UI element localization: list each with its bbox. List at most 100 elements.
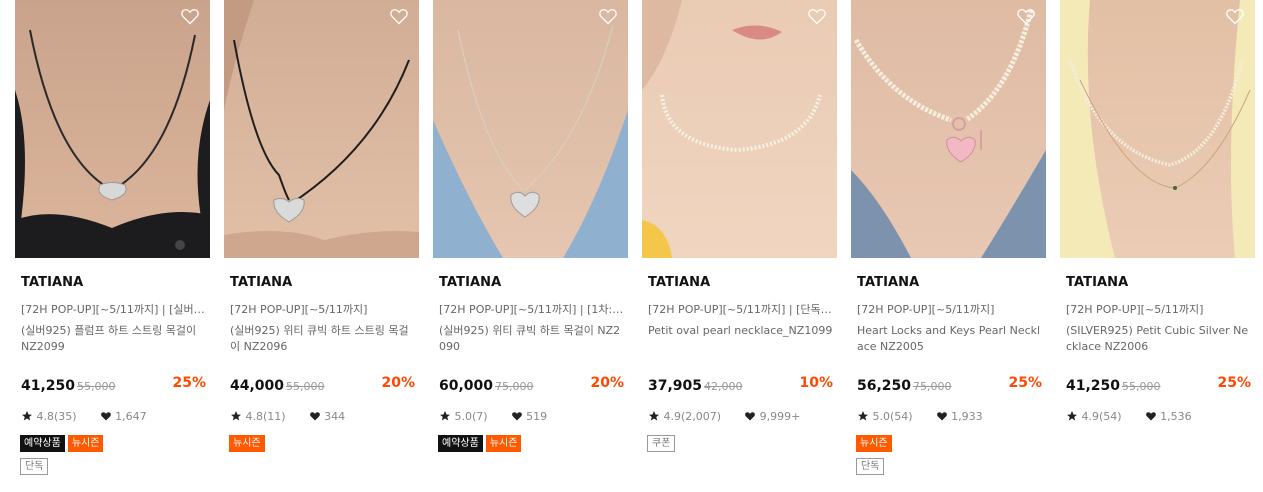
heart-outline-icon[interactable] [598,6,618,26]
product-name[interactable]: (실버925) 위티 큐빅 하트 스트링 목걸이 NZ2096 [230,323,415,355]
sale-price: 41,250 [1066,378,1121,394]
promo-text[interactable]: [72H POP-UP][~5/11까지] [230,301,415,317]
star-icon [440,411,450,421]
discount-rate: 25% [172,375,206,391]
rating-row: 4.9(54) 1,536 [1066,410,1192,424]
price-row: 41,250 55,000 25% [1066,375,1251,394]
discount-rate: 20% [590,375,624,391]
product-card[interactable]: TATIANA [72H POP-UP][~5/11까지] | [단독 공개] … [642,0,837,452]
product-card[interactable]: TATIANA [72H POP-UP][~5/11까지] | [1차: 05/… [433,0,628,452]
star-icon [649,411,659,421]
product-photo [851,0,1046,258]
brand-name[interactable]: TATIANA [21,275,83,290]
product-name[interactable]: (실버925) 플럼프 하트 스트링 목걸이 NZ2099 [21,323,206,355]
sale-price: 41,250 [21,378,76,394]
product-name[interactable]: (SILVER925) Petit Cubic Silver Necklace … [1066,323,1251,355]
heart-outline-icon[interactable] [807,6,827,26]
like-count: 1,933 [951,410,983,423]
heart-outline-icon[interactable] [389,6,409,26]
brand-name[interactable]: TATIANA [439,275,501,290]
product-image[interactable] [433,0,628,258]
heart-outline-icon[interactable] [1016,6,1036,26]
price-row: 60,000 75,000 20% [439,375,624,394]
rating-row: 5.0(7) 519 [439,410,547,424]
original-price: 75,000 [913,380,952,393]
like-count: 9,999+ [759,410,801,423]
heart-filled-icon [745,412,755,421]
original-price: 55,000 [1122,380,1161,393]
product-card[interactable]: TATIANA [72H POP-UP][~5/11까지] Heart Lock… [851,0,1046,475]
star-icon [1067,411,1077,421]
star-icon [22,411,32,421]
star-icon [858,411,868,421]
price-row: 37,905 42,000 10% [648,375,833,394]
product-name[interactable]: Heart Locks and Keys Pearl Necklace NZ20… [857,323,1042,355]
rating-value: 4.9(54) [1081,410,1122,423]
brand-name[interactable]: TATIANA [1066,275,1128,290]
heart-outline-icon[interactable] [180,6,200,26]
brand-name[interactable]: TATIANA [230,275,292,290]
product-photo [224,0,419,258]
promo-text[interactable]: [72H POP-UP][~5/11까지] [1066,301,1251,317]
new-season-badge: 뉴시즌 [229,435,265,452]
promo-text[interactable]: [72H POP-UP][~5/11까지] | [실버 단독] [21,301,206,317]
rating-value: 4.9(2,007) [663,410,722,423]
discount-rate: 20% [381,375,415,391]
rating-value: 5.0(7) [454,410,488,423]
price-row: 44,000 55,000 20% [230,375,415,394]
product-photo [433,0,628,258]
badge-list: 뉴시즌 단독 [856,435,1046,481]
promo-text[interactable]: [72H POP-UP][~5/11까지] | [단독 공개] [648,301,833,317]
sale-price: 60,000 [439,378,494,394]
heart-filled-icon [511,412,522,421]
product-name[interactable]: (실버925) 위티 큐빅 하트 목걸이 NZ2090 [439,323,624,355]
product-image[interactable] [224,0,419,258]
rating-row: 5.0(54) 1,933 [857,410,983,424]
promo-text[interactable]: [72H POP-UP][~5/11까지] [857,301,1042,317]
reservation-badge: 예약상품 [20,435,65,452]
like-count: 1,647 [115,410,147,423]
exclusive-badge: 단독 [856,458,885,475]
badge-list: 뉴시즌 [229,435,419,458]
heart-outline-icon[interactable] [1225,6,1245,26]
product-image[interactable] [851,0,1046,258]
product-image[interactable] [642,0,837,258]
brand-name[interactable]: TATIANA [857,275,919,290]
heart-filled-icon [1145,412,1156,421]
promo-text[interactable]: [72H POP-UP][~5/11까지] | [1차: 05/14 출고] [439,301,624,317]
product-photo [642,0,837,258]
coupon-badge: 쿠폰 [647,435,676,452]
brand-name[interactable]: TATIANA [648,275,710,290]
heart-filled-icon [309,412,320,421]
new-season-badge: 뉴시즌 [856,435,892,452]
sale-price: 37,905 [648,378,703,394]
new-season-badge: 뉴시즌 [485,435,522,452]
rating-value: 4.8(11) [245,410,286,423]
discount-rate: 25% [1008,375,1042,391]
rating-row: 4.8(35) 1,647 [21,410,147,424]
discount-rate: 25% [1217,375,1251,391]
rating-row: 4.8(11) 344 [230,410,345,424]
product-card[interactable]: TATIANA [72H POP-UP][~5/11까지] (실버925) 위티… [224,0,419,452]
original-price: 42,000 [704,380,743,393]
product-name[interactable]: Petit oval pearl necklace_NZ1099 [648,323,833,339]
product-card[interactable]: TATIANA [72H POP-UP][~5/11까지] (SILVER925… [1060,0,1255,423]
exclusive-badge: 단독 [20,458,49,475]
original-price: 75,000 [495,380,534,393]
reservation-badge: 예약상품 [438,435,483,452]
badge-list: 쿠폰 [647,435,837,458]
product-image[interactable] [15,0,210,258]
product-card[interactable]: TATIANA [72H POP-UP][~5/11까지] | [실버 단독] … [15,0,210,475]
rating-value: 5.0(54) [872,410,913,423]
product-photo [1060,0,1255,258]
product-image[interactable] [1060,0,1255,258]
like-count: 1,536 [1160,410,1192,423]
badge-list: 예약상품 뉴시즌 단독 [20,435,210,481]
product-photo [15,0,210,258]
badge-list: 예약상품 뉴시즌 [438,435,628,458]
sale-price: 56,250 [857,378,912,394]
heart-filled-icon [100,412,111,421]
like-count: 519 [526,410,548,423]
sale-price: 44,000 [230,378,285,394]
heart-filled-icon [936,412,947,421]
